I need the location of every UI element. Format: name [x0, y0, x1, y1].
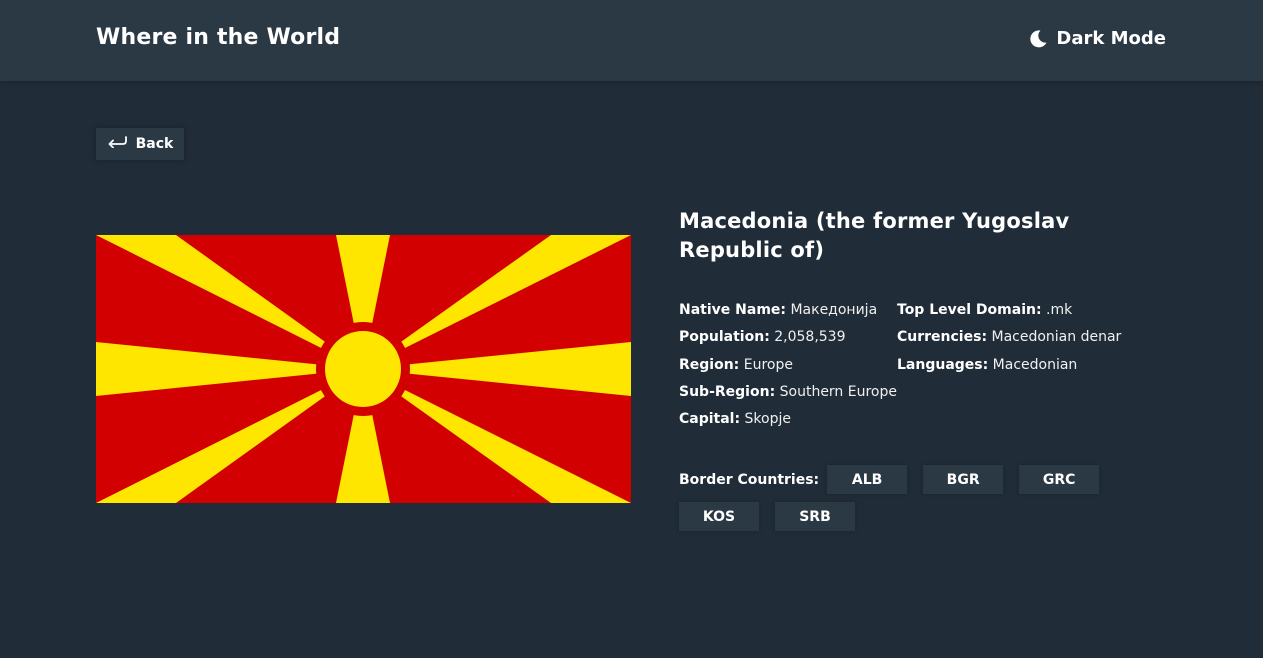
population-row: Population: 2,058,539 — [679, 328, 897, 346]
moon-icon — [1028, 29, 1048, 49]
sub-region-label: Sub-Region: — [679, 383, 776, 400]
info-column-right: Top Level Domain: .mk Currencies: Macedo… — [897, 301, 1121, 437]
native-name-row: Native Name: Македонија — [679, 301, 897, 319]
dark-mode-toggle[interactable]: Dark Mode — [1028, 28, 1166, 49]
sub-region-row: Sub-Region: Southern Europe — [679, 383, 897, 401]
population-value: 2,058,539 — [774, 329, 846, 346]
app-title: Where in the World — [96, 25, 341, 50]
border-country-button-grc[interactable]: GRC — [1019, 465, 1100, 494]
region-label: Region: — [679, 356, 740, 373]
border-country-button-kos[interactable]: KOS — [679, 502, 759, 531]
border-country-button-alb[interactable]: ALB — [827, 465, 908, 494]
native-name-value: Македонија — [790, 302, 878, 318]
region-row: Region: Europe — [679, 356, 897, 374]
languages-value: Macedonian — [992, 356, 1078, 373]
country-flag — [96, 235, 631, 503]
currencies-label: Currencies: — [897, 329, 988, 346]
border-countries-label: Border Countries: — [679, 471, 820, 488]
flag-sun-disc — [325, 331, 401, 407]
country-details: Macedonia (the former Yugoslav Republic … — [679, 207, 1121, 437]
region-value: Europe — [743, 356, 793, 373]
info-column-left: Native Name: Македонија Population: 2,05… — [679, 301, 897, 437]
tld-row: Top Level Domain: .mk — [897, 301, 1121, 319]
sub-region-value: Southern Europe — [779, 383, 897, 400]
country-name: Macedonia (the former Yugoslav Republic … — [679, 209, 1070, 262]
tld-label: Top Level Domain: — [897, 302, 1042, 318]
tld-value: .mk — [1046, 302, 1073, 318]
app-header: Where in the World Dark Mode — [0, 0, 1263, 81]
info-columns: Native Name: Македонија Population: 2,05… — [679, 301, 1121, 437]
arrow-return-left-icon — [107, 136, 127, 152]
currencies-value: Macedonian denar — [991, 329, 1122, 346]
native-name-label: Native Name: — [679, 302, 786, 318]
dark-mode-label: Dark Mode — [1056, 28, 1166, 49]
border-countries: Border Countries: ALB BGR GRC KOS SRB — [679, 465, 1119, 531]
back-label: Back — [135, 136, 174, 152]
languages-label: Languages: — [897, 356, 989, 373]
currencies-row: Currencies: Macedonian denar — [897, 328, 1121, 346]
population-label: Population: — [679, 329, 770, 346]
back-button[interactable]: Back — [96, 128, 184, 160]
capital-value: Skopje — [744, 411, 791, 428]
capital-row: Capital: Skopje — [679, 410, 897, 428]
border-country-button-bgr[interactable]: BGR — [923, 465, 1004, 494]
border-country-button-srb[interactable]: SRB — [775, 502, 855, 531]
languages-row: Languages: Macedonian — [897, 356, 1121, 374]
capital-label: Capital: — [679, 411, 741, 428]
